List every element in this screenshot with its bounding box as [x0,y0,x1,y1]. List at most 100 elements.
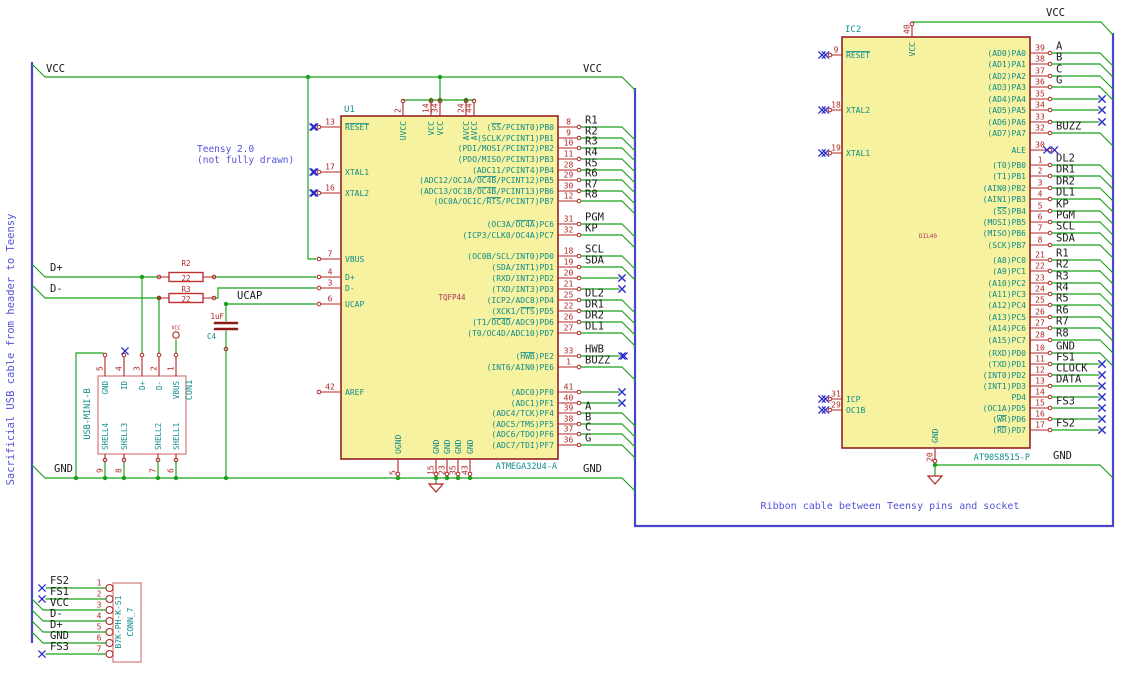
net-label-FS3[interactable]: FS3 [1056,396,1075,408]
pin-end [1047,302,1053,308]
net-label-D-[interactable]: D- [50,283,63,295]
pad-circle [105,638,114,648]
pin-end [1047,416,1053,422]
pin-end [576,308,582,314]
net-label-GND[interactable]: GND [583,463,602,475]
bus-entry [1099,52,1114,67]
bus-entry [1099,164,1114,179]
pin-number: 1 [167,366,176,371]
net-label-GND[interactable]: GND [54,463,73,475]
junction-dot [73,475,79,481]
component-CON1[interactable]: CON1 USB-MINI-B 5 GND 4 ID 3 D+ 2 D- 1 VBUS 9 SHELL4 8… [83,352,195,473]
no-connect-x-icon [1098,426,1106,434]
R3-value: 22 [181,295,190,304]
net-label-SDA[interactable]: SDA [585,255,605,267]
bus-entry [1099,293,1114,308]
pin-end [1047,61,1053,67]
net-label-SDA[interactable]: SDA [1056,233,1076,245]
pin-name: XTAL1 [345,168,369,177]
pin-name: ID [120,381,129,391]
pin-number: 16 [1035,410,1045,419]
pin-end [576,167,582,173]
pin-name: (SCLK/PCINT1)PB1 [477,134,554,143]
pin-name: (A10)PC2 [987,279,1026,288]
component-C4[interactable]: 1uF C4 [207,312,239,341]
pin-name: RESET [345,123,369,132]
net-label-DL1[interactable]: DL1 [585,321,604,333]
no-connect-x-icon [1098,106,1106,114]
net-label-FS2[interactable]: FS2 [1056,418,1075,430]
vcc-circle-icon [172,331,180,339]
pin-number: 35 [449,465,458,475]
pin-number: 31 [831,390,841,399]
pin-end [1047,162,1053,168]
pin-number: 8 [1038,236,1043,245]
pin-number: 19 [564,258,574,267]
pin-end [576,442,582,448]
net-label-R2[interactable]: R2 [1056,259,1069,271]
net-label-FS3[interactable]: FS3 [50,641,69,653]
pin-end [1047,130,1053,136]
pad-circle [105,616,114,626]
pin-end [576,188,582,194]
pin-name: GND [432,439,441,454]
net-label-UCAP[interactable]: UCAP [237,290,262,302]
net-label-R8[interactable]: R8 [585,189,598,201]
pin-number: 5 [96,366,105,371]
net-label-VCC[interactable]: VCC [1046,7,1065,19]
net-label-DL1[interactable]: DL1 [1056,187,1075,199]
pin-number: 30 [1035,141,1045,150]
pin-number: 4 [97,612,102,621]
pin-number: 11 [1035,355,1045,364]
net-label-SCL[interactable]: SCL [1056,221,1075,233]
pin-number: 18 [831,101,841,110]
net-label-VCC[interactable]: VCC [46,63,65,75]
bus-entry [621,423,636,438]
net-label-BUZZ[interactable]: BUZZ [585,355,610,367]
pin-number: 5 [1038,202,1043,211]
net-label-G[interactable]: G [585,433,591,445]
net-label-R7[interactable]: R7 [1056,316,1069,328]
net-label-BUZZ[interactable]: BUZZ [1056,121,1081,133]
pin-name: (ADC13/OC1B/OC4B/PCINT13)PB6 [419,187,554,196]
pin-end [576,221,582,227]
net-label-GND[interactable]: GND [1053,450,1072,462]
pin-number: 2 [150,366,159,371]
net-label-DATA[interactable]: DATA [1056,374,1082,386]
CONN7-reference: CONN_7 [126,607,135,636]
pin-number: 28 [1035,331,1045,340]
pin-end [576,364,582,370]
junction-dot [223,301,229,307]
bus-entry [621,234,636,249]
component-R3[interactable]: R322 [156,285,217,304]
pin-number: 2 [97,590,102,599]
pin-number: 42 [325,383,335,392]
pin-end [1047,361,1053,367]
net-label-G[interactable]: G [1056,75,1062,87]
no-connect-x-icon [818,149,826,157]
bus-entry [621,444,636,459]
wire [31,609,44,622]
pin-end [576,253,582,259]
net-label-KP[interactable]: KP [585,223,598,235]
net-label-R8[interactable]: R8 [1056,328,1069,340]
pin-end [576,177,582,183]
net-label-DR1[interactable]: DR1 [1056,164,1075,176]
bus-entry [621,310,636,325]
component-U1[interactable]: U1TQFP44ATMEGA32U4-A13RESET17XTAL116XTAL… [310,98,582,477]
bus-entry [621,179,636,194]
bus-entry [1099,259,1114,274]
net-label-VCC[interactable]: VCC [583,63,602,75]
component-R2[interactable]: R2 22 [156,259,217,283]
component-CONN7[interactable]: B7K-PH-K-S1 CONN_7 1 2 3 4 5 6 7 [97,579,142,663]
pin-name: (INT1)PD3 [983,382,1027,391]
pin-number: 7 [97,645,102,654]
pin-number: 15 [427,465,436,475]
component-IC2[interactable]: IC2DIL40AT90S8515-P9RESET18XTAL219XTAL13… [821,21,1053,464]
net-label-R5[interactable]: R5 [1056,293,1069,305]
pin-name: (TXD)PD1 [987,360,1026,369]
pin-end [576,135,582,141]
bus-entry [1099,316,1114,331]
net-label-D+[interactable]: D+ [50,262,63,274]
net-label-B[interactable]: B [1056,52,1062,64]
